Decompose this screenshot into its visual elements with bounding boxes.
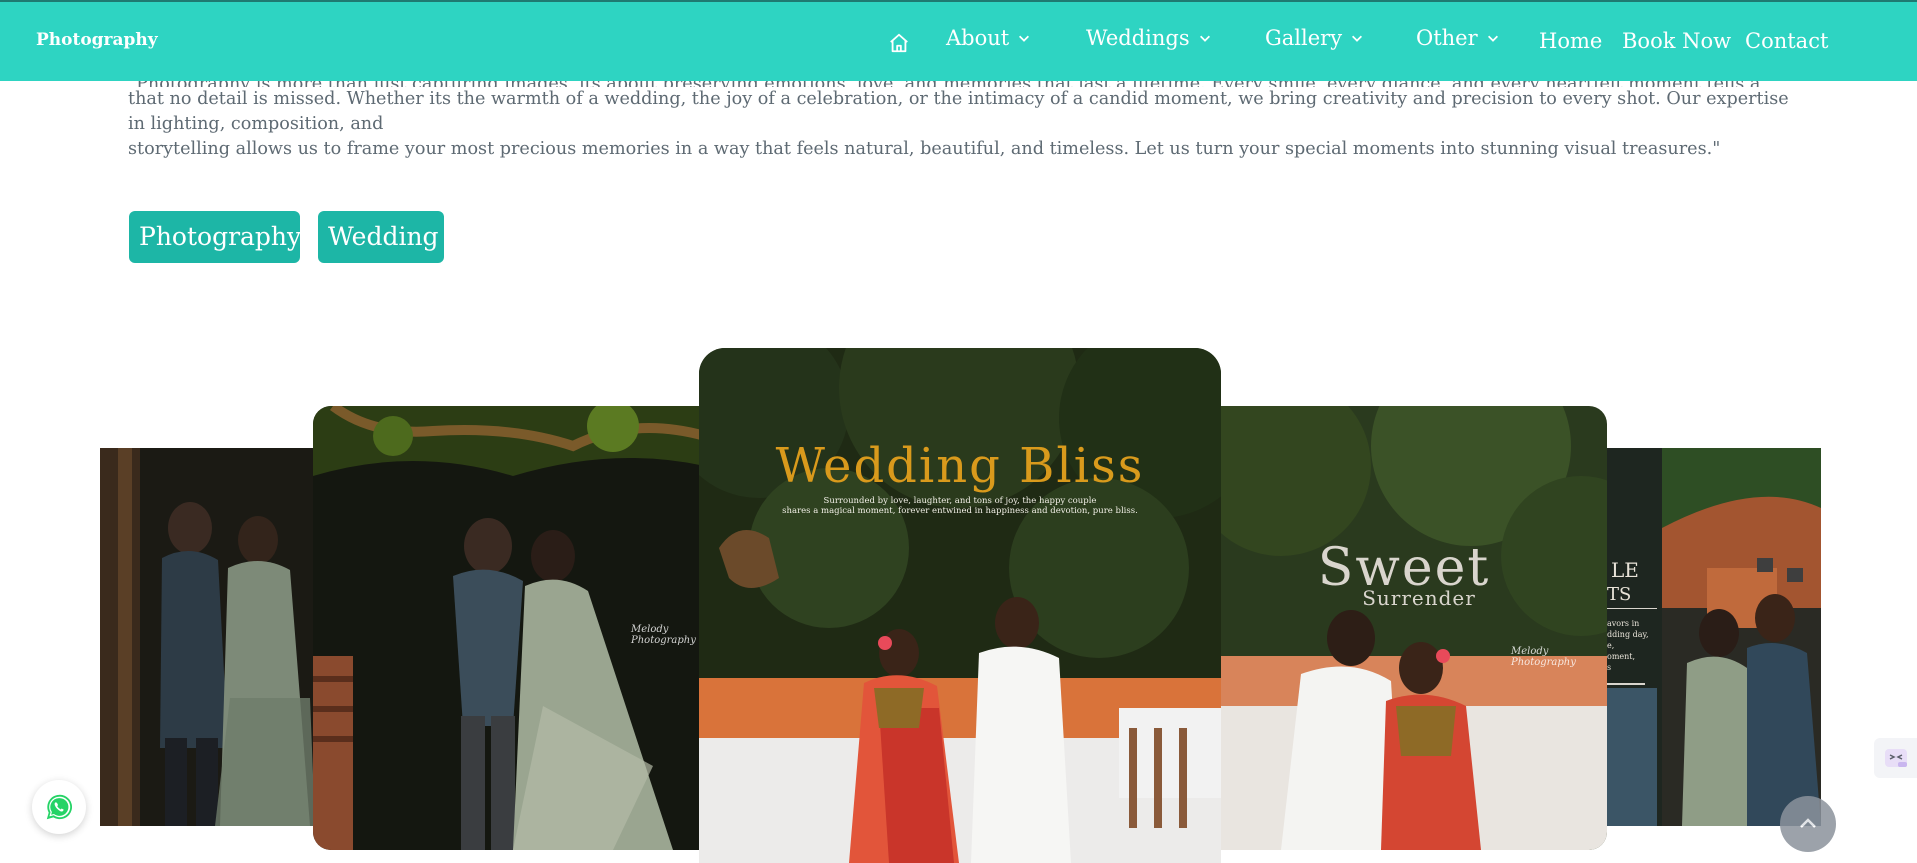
carousel-slide-left[interactable]: Melody Photography	[313, 406, 705, 850]
chevron-down-icon	[1199, 35, 1210, 42]
intro-line-2: that no detail is missed. Whether its th…	[128, 89, 1789, 134]
nav-book-now-link[interactable]: Book Now	[1622, 29, 1731, 53]
slide-text-line: s	[1607, 663, 1612, 672]
nav-contact-link[interactable]: Contact	[1745, 29, 1828, 53]
carousel-slide-right[interactable]: Sweet Surrender Melody Photography	[1221, 406, 1607, 850]
nav-other[interactable]: Other	[1416, 26, 1500, 50]
slide-text-line: avors in	[1607, 619, 1640, 628]
nav-about-label: About	[946, 26, 1010, 50]
home-icon[interactable]	[888, 32, 910, 54]
slide-subtitle: Surrender	[1362, 586, 1476, 610]
carousel-slide-far-right[interactable]: LE TS avors in dding day, e, oment, s	[1607, 448, 1821, 826]
nav-gallery-label: Gallery	[1265, 26, 1343, 50]
slide-subtitle-2: shares a magical moment, forever entwine…	[782, 506, 1138, 516]
slide-text-line: e,	[1607, 641, 1615, 650]
slide-text-line: oment,	[1607, 652, 1636, 661]
photographer-signature: Melody Photography	[631, 624, 696, 646]
slide-title: Wedding Bliss	[775, 438, 1145, 494]
tag-photography[interactable]: Photography	[129, 211, 301, 263]
couple-photo	[699, 348, 1221, 863]
slide-title-1: LE	[1611, 558, 1639, 582]
chat-widget-icon	[1884, 749, 1907, 767]
photographer-signature: Melody Photography	[1511, 646, 1576, 668]
carousel-slide-center[interactable]: Wedding Bliss Surrounded by love, laught…	[699, 348, 1221, 863]
slide-text: avors in dding day, e, oment, s	[1607, 618, 1649, 673]
brand-logo[interactable]: Photography	[36, 30, 158, 50]
tag-wedding[interactable]: Wedding	[318, 211, 444, 263]
nav-weddings[interactable]: Weddings	[1086, 26, 1212, 50]
slide-title-2: TS	[1607, 584, 1632, 605]
chevron-down-icon	[1019, 35, 1030, 42]
chat-widget-button[interactable]	[1874, 738, 1917, 778]
slide-divider	[1607, 608, 1657, 609]
nav-home-link[interactable]: Home	[1539, 29, 1602, 53]
chevron-up-icon	[1800, 818, 1816, 828]
top-navbar: Photography About Weddings Gallery Other…	[0, 0, 1917, 81]
nav-about[interactable]: About	[946, 26, 1031, 50]
nav-other-label: Other	[1416, 26, 1478, 50]
chevron-down-icon	[1487, 35, 1498, 42]
intro-line-3: storytelling allows us to frame your mos…	[128, 139, 1721, 159]
nav-weddings-label: Weddings	[1086, 26, 1190, 50]
whatsapp-button[interactable]	[32, 780, 86, 834]
couple-photo	[100, 448, 315, 826]
slide-text-line: dding day,	[1607, 630, 1649, 639]
chevron-down-icon	[1352, 35, 1363, 42]
couple-photo	[1221, 406, 1607, 850]
whatsapp-icon	[46, 794, 73, 820]
nav-gallery[interactable]: Gallery	[1265, 26, 1364, 50]
carousel-slide-far-left[interactable]	[100, 448, 315, 826]
scroll-to-top-button[interactable]	[1780, 796, 1836, 852]
